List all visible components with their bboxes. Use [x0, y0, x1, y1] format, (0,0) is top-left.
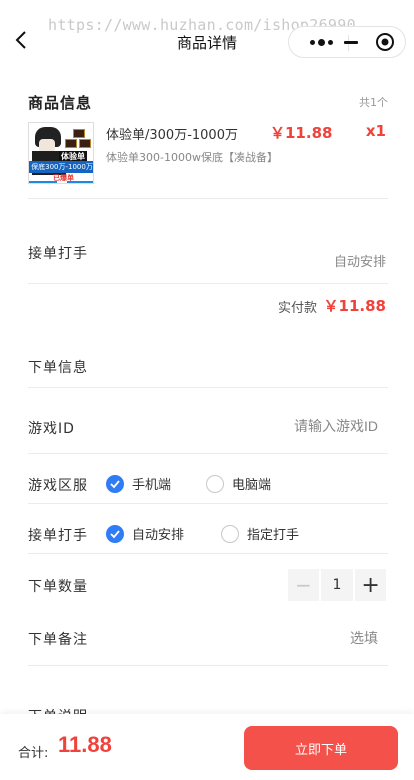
thumb-item-icon	[79, 139, 91, 148]
increase-button[interactable]: +	[355, 569, 386, 601]
thumb-item-icon	[65, 139, 77, 148]
total-label: 合计:	[18, 746, 49, 761]
thumb-band: 保底300万-1000万	[29, 161, 93, 173]
top-bar: https://www.huzhan.com/ishop26990 商品详情	[0, 0, 414, 64]
radio-checked-icon	[106, 474, 124, 493]
divider	[28, 198, 388, 199]
thumb-bar-mark	[57, 181, 67, 183]
assign-value: 自动安排	[333, 255, 386, 270]
game-id-input[interactable]	[220, 414, 378, 438]
divider	[28, 453, 388, 454]
mini-program-capsule	[288, 26, 406, 58]
divider	[28, 665, 388, 666]
product-price: ￥11.88	[270, 124, 333, 142]
server-option-label: 手机端	[132, 478, 172, 493]
game-id-label: 游戏ID	[28, 421, 75, 437]
divider	[28, 387, 388, 388]
product-thumbnail[interactable]: 体验单 保底300万-1000万 已爆单	[28, 122, 94, 184]
close-target-icon[interactable]	[369, 27, 401, 57]
total-value: 11.88	[58, 732, 112, 757]
bottom-bar: 合计: 11.88 立即下单	[0, 714, 414, 780]
quantity-value[interactable]: 1	[320, 569, 354, 601]
minus-icon: −	[294, 573, 312, 597]
divider	[28, 553, 388, 554]
remark-input[interactable]	[220, 626, 378, 650]
item-count: 共1个	[359, 96, 388, 109]
server-option-label: 电脑端	[232, 478, 272, 493]
paid-value: ￥11.88	[323, 297, 386, 315]
quantity-stepper: − 1 +	[288, 569, 386, 601]
product-description: 体验单300-1000w保底【凑战备】	[106, 151, 278, 164]
submit-order-button[interactable]: 立即下单	[244, 726, 398, 770]
product-section-heading: 商品信息	[28, 94, 93, 112]
thumb-item-icon	[73, 129, 85, 138]
server-option-pc[interactable]: 电脑端	[206, 474, 271, 493]
player-option-label: 自动安排	[132, 528, 185, 543]
player-label: 接单打手	[28, 528, 88, 544]
decrease-button[interactable]: −	[288, 569, 319, 601]
server-option-mobile[interactable]: 手机端	[106, 474, 171, 493]
product-quantity: x1	[365, 122, 386, 140]
server-label: 游戏区服	[28, 478, 88, 494]
radio-unchecked-icon	[221, 524, 239, 543]
divider	[28, 283, 388, 284]
plus-icon: +	[361, 572, 380, 598]
order-info-heading: 下单信息	[28, 360, 88, 376]
minimize-icon[interactable]	[337, 27, 359, 57]
paid-label: 实付款	[278, 301, 318, 316]
divider	[28, 503, 388, 504]
assign-label: 接单打手	[28, 246, 88, 262]
player-option-auto[interactable]: 自动安排	[106, 524, 184, 543]
player-option-label: 指定打手	[247, 528, 300, 543]
remark-label: 下单备注	[28, 632, 88, 648]
radio-unchecked-icon	[206, 474, 224, 493]
radio-checked-icon	[106, 524, 124, 543]
product-name: 体验单/300万-1000万	[106, 128, 238, 143]
quantity-label: 下单数量	[28, 579, 88, 595]
player-option-specify[interactable]: 指定打手	[221, 524, 299, 543]
